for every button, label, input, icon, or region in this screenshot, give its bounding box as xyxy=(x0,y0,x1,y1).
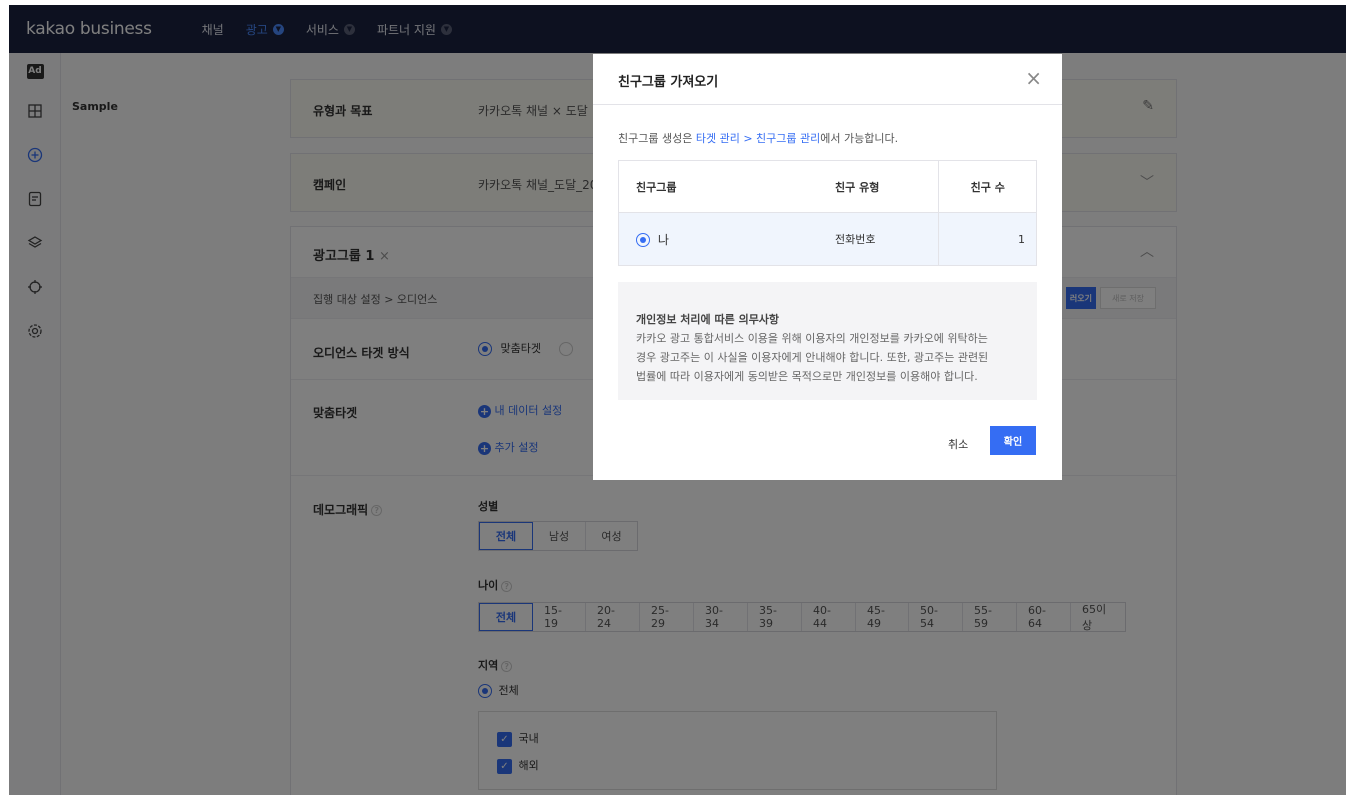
cancel-button[interactable]: 취소 xyxy=(948,436,968,452)
table-header: 친구그룹 친구 유형 친구 수 xyxy=(619,161,1036,213)
info-prefix: 친구그룹 생성은 xyxy=(618,132,696,145)
notice-line: 법률에 따라 이용자에게 동의받은 목적으로만 개인정보를 이용해야 합니다. xyxy=(636,370,978,383)
notice-title: 개인정보 처리에 따른 의무사항 xyxy=(636,313,780,326)
col-header-type: 친구 유형 xyxy=(834,161,938,212)
close-icon[interactable]: × xyxy=(1025,68,1042,88)
friend-group-modal: 친구그룹 가져오기 × 친구그룹 생성은 타겟 관리 > 친구그룹 관리에서 가… xyxy=(593,54,1062,480)
cell-count: 1 xyxy=(938,213,1037,265)
col-header-group: 친구그룹 xyxy=(636,180,677,194)
target-manage-link[interactable]: 타겟 관리 > 친구그룹 관리 xyxy=(696,132,820,145)
friend-group-table: 친구그룹 친구 유형 친구 수 나 전화번호 1 xyxy=(618,160,1037,266)
modal-title: 친구그룹 가져오기 xyxy=(618,75,719,90)
privacy-notice: 개인정보 처리에 따른 의무사항 카카오 광고 통합서비스 이용을 위해 이용자… xyxy=(618,282,1037,400)
table-row[interactable]: 나 전화번호 1 xyxy=(619,213,1037,265)
col-header-count: 친구 수 xyxy=(938,161,1036,212)
radio-friend-group[interactable] xyxy=(636,233,650,247)
modal-info: 친구그룹 생성은 타겟 관리 > 친구그룹 관리에서 가능합니다. xyxy=(618,130,898,146)
confirm-button[interactable]: 확인 xyxy=(990,426,1036,455)
notice-line: 경우 광고주는 이 사실을 이용자에게 안내해야 합니다. 또한, 광고주는 관… xyxy=(636,351,989,364)
cell-type: 전화번호 xyxy=(833,213,939,265)
cell-group: 나 xyxy=(619,231,834,248)
notice-line: 카카오 광고 통합서비스 이용을 위해 이용자의 개인정보를 카카오에 위탁하는 xyxy=(636,332,988,345)
info-suffix: 에서 가능합니다. xyxy=(820,132,899,145)
cell-group-name: 나 xyxy=(657,232,669,247)
